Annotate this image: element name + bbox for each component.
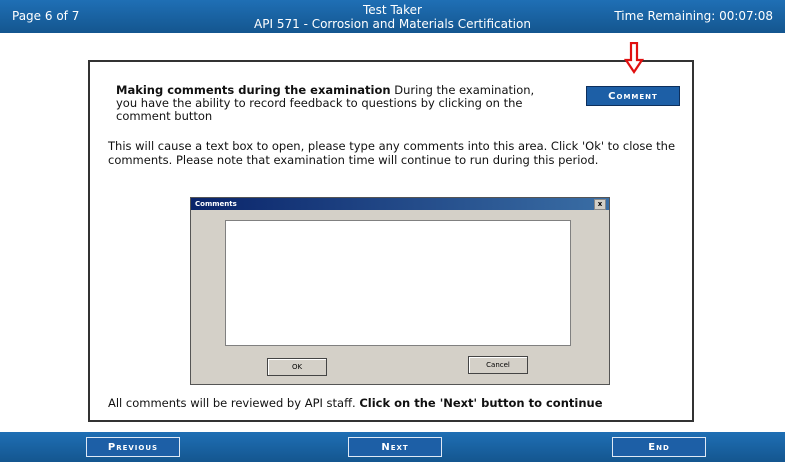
end-button[interactable]: End [612,437,706,457]
next-button[interactable]: Next [348,437,442,457]
cancel-button[interactable]: Cancel [468,356,528,374]
down-arrow-icon [624,42,644,74]
navigation-bar: Previous Next End [0,432,785,462]
comments-textarea[interactable] [225,220,571,346]
dialog-titlebar: Comments x [191,198,609,210]
footer-instruction: All comments will be reviewed by API sta… [108,396,688,410]
comments-dialog: Comments x OK Cancel [190,197,610,385]
footer-note: All comments will be reviewed by API sta… [108,396,360,410]
instruction-paragraph: This will cause a text box to open, plea… [108,139,676,167]
dialog-title: Comments [195,200,237,208]
instruction-panel: Making comments during the examination D… [88,42,694,422]
header-bar: Page 6 of 7 Test Taker API 571 - Corrosi… [0,0,785,33]
footer-continue: Click on the 'Next' button to continue [359,396,603,410]
comment-button[interactable]: Comment [586,86,680,106]
intro-text: Making comments during the examination D… [116,84,546,123]
close-icon[interactable]: x [594,199,606,210]
time-remaining: Time Remaining: 00:07:08 [614,9,773,23]
ok-button[interactable]: OK [267,358,327,376]
intro-heading: Making comments during the examination [116,83,391,97]
previous-button[interactable]: Previous [86,437,180,457]
